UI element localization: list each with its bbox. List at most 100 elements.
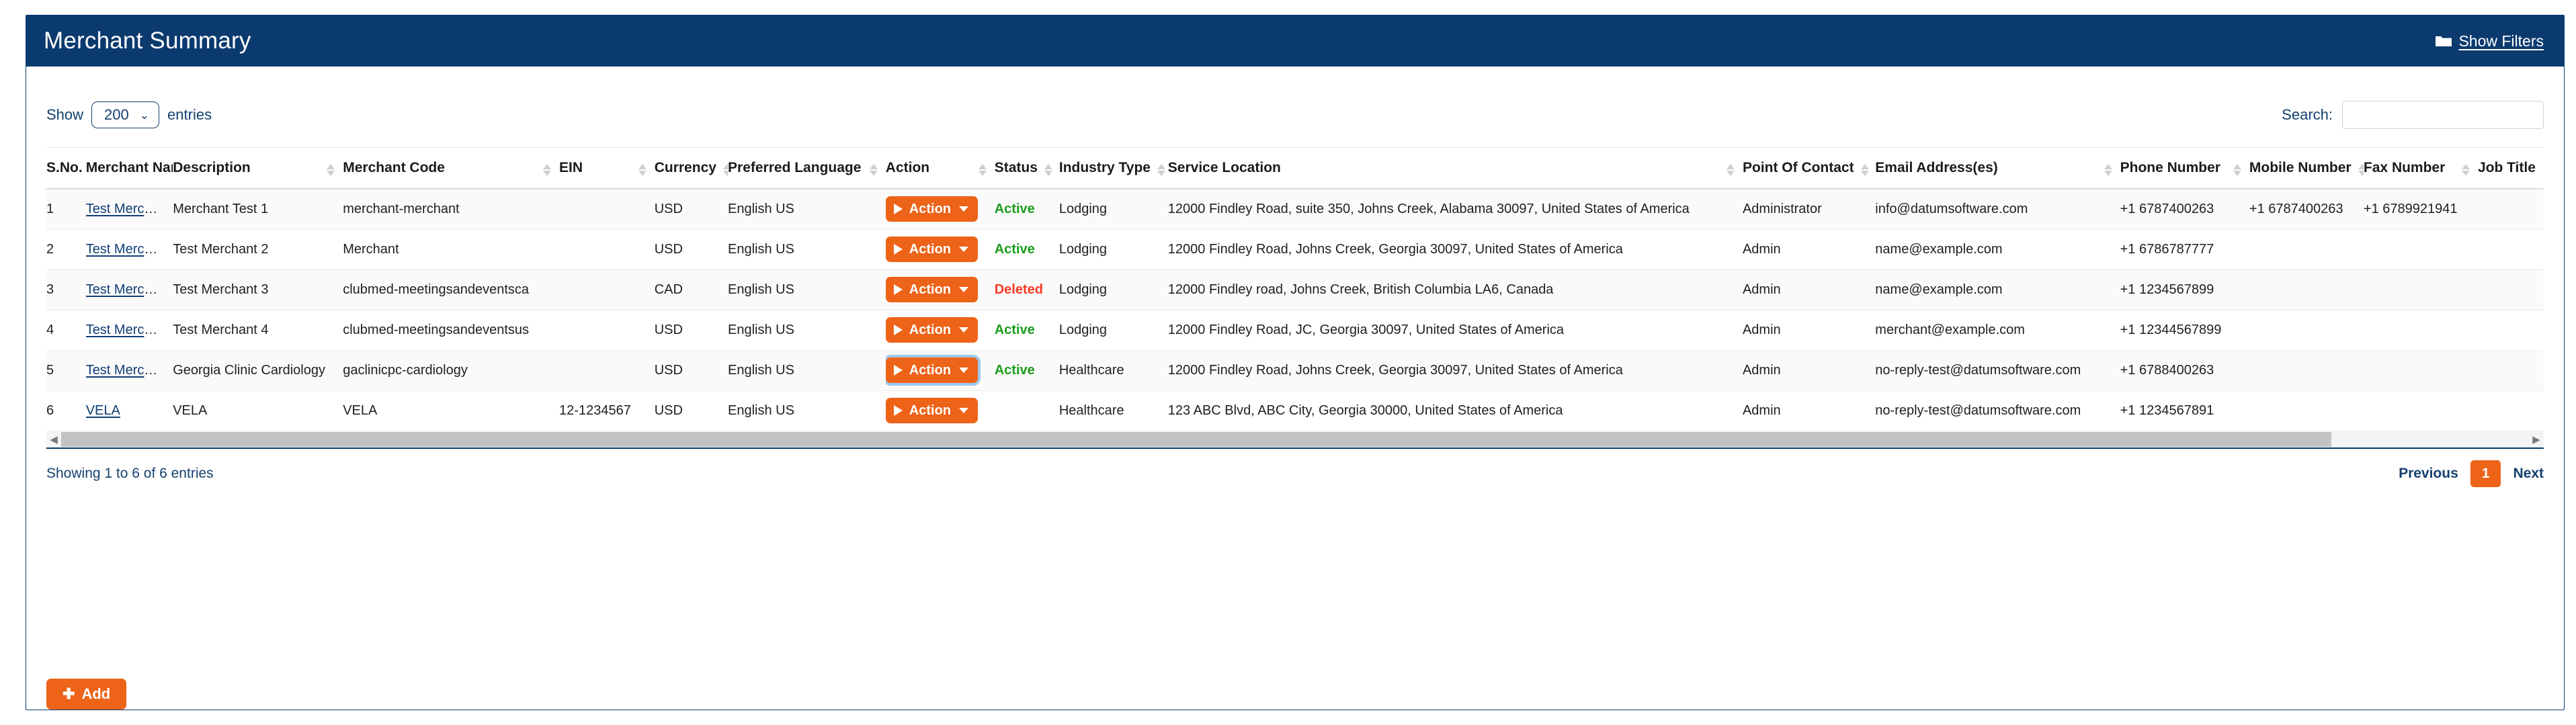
scrollbar-track[interactable] — [61, 432, 2529, 447]
scroll-left-arrow[interactable]: ◀ — [46, 432, 61, 447]
cell-merchant_code: clubmed-meetingsandeventsus — [343, 310, 559, 350]
column-header-industry_type[interactable]: Industry Type — [1059, 148, 1168, 189]
folder-icon — [2435, 34, 2452, 48]
cell-sno: 1 — [46, 189, 86, 229]
cell-fax_number — [2364, 350, 2478, 390]
column-header-label: Action — [886, 160, 929, 176]
horizontal-scrollbar[interactable]: ◀ ▶ — [46, 431, 2544, 449]
cell-service_location: 12000 Findley Road, suite 350, Johns Cre… — [1168, 189, 1743, 229]
column-header-phone_number[interactable]: Phone Number — [2120, 148, 2249, 189]
cell-merchant_code: merchant-merchant — [343, 189, 559, 229]
column-header-mobile_number[interactable]: Mobile Number — [2249, 148, 2364, 189]
cell-currency: USD — [655, 390, 728, 431]
action-button-label: Action — [909, 323, 951, 337]
cell-status: Deleted — [995, 269, 1059, 310]
column-header-merchant_code[interactable]: Merchant Code — [343, 148, 559, 189]
column-header-currency[interactable]: Currency — [655, 148, 728, 189]
action-button[interactable]: Action — [886, 237, 978, 262]
cell-point_of_contact: Admin — [1743, 229, 1875, 269]
column-header-status[interactable]: Status — [995, 148, 1059, 189]
merchant-name-link[interactable]: Test Merchant 2 — [86, 242, 173, 257]
cell-job_title — [2478, 229, 2544, 269]
cell-action: Action — [886, 189, 995, 229]
search-input[interactable] — [2342, 101, 2544, 129]
column-header-label: Phone Number — [2120, 160, 2220, 176]
column-header-merchant_name[interactable]: Merchant Name — [86, 148, 173, 189]
merchant-name-link[interactable]: Test Merchant 1 — [86, 202, 173, 216]
cell-status: Active — [995, 310, 1059, 350]
play-icon — [894, 405, 903, 416]
column-header-label: EIN — [559, 160, 583, 176]
merchant-name-link[interactable]: Test Merchant 5 — [86, 363, 173, 378]
cell-fax_number: +1 6789921941 — [2364, 189, 2478, 229]
pagination-page-1[interactable]: 1 — [2470, 460, 2501, 487]
column-header-preferred_language[interactable]: Preferred Language — [728, 148, 886, 189]
column-header-label: Industry Type — [1059, 160, 1151, 176]
cell-email_addresses: name@example.com — [1875, 269, 2120, 310]
cell-email_addresses: info@datumsoftware.com — [1875, 189, 2120, 229]
merchant-name-link[interactable]: Test Merchant 3 — [86, 282, 173, 297]
action-button[interactable]: Action — [886, 357, 978, 383]
page-header: Merchant Summary Show Filters — [26, 15, 2564, 67]
merchant-table: S.No.Merchant NameDescriptionMerchant Co… — [46, 147, 2544, 431]
sort-indicator-icon — [327, 164, 335, 176]
show-entries-control: Show 102550100200 ⌄ entries — [46, 101, 212, 128]
cell-description: Test Merchant 4 — [173, 310, 343, 350]
entries-label: entries — [167, 106, 212, 124]
cell-mobile_number — [2249, 350, 2364, 390]
cell-status — [995, 390, 1059, 431]
merchant-summary-page: Merchant Summary Show Filters Show 1025 — [0, 0, 2576, 725]
pagination-previous[interactable]: Previous — [2399, 466, 2458, 482]
cell-preferred_language: English US — [728, 189, 886, 229]
merchant-name-link[interactable]: VELA — [86, 403, 120, 418]
action-button[interactable]: Action — [886, 317, 978, 343]
entries-select[interactable]: 102550100200 — [91, 101, 159, 128]
merchant-name-link[interactable]: Test Merchant 4 — [86, 323, 173, 337]
cell-description: Test Merchant 2 — [173, 229, 343, 269]
scroll-right-arrow[interactable]: ▶ — [2529, 432, 2544, 447]
play-icon — [894, 284, 903, 295]
table-header-row: S.No.Merchant NameDescriptionMerchant Co… — [46, 148, 2544, 189]
column-header-ein[interactable]: EIN — [559, 148, 655, 189]
column-header-label: Email Address(es) — [1875, 160, 1997, 176]
cell-job_title — [2478, 269, 2544, 310]
column-header-sno[interactable]: S.No. — [46, 148, 86, 189]
column-header-point_of_contact[interactable]: Point Of Contact — [1743, 148, 1875, 189]
cell-merchant_name: VELA — [86, 390, 173, 431]
table-body: 1Test Merchant 1Merchant Test 1merchant-… — [46, 189, 2544, 431]
cell-point_of_contact: Admin — [1743, 350, 1875, 390]
column-header-label: Status — [995, 160, 1038, 176]
cell-currency: USD — [655, 310, 728, 350]
cell-email_addresses: no-reply-test@datumsoftware.com — [1875, 350, 2120, 390]
cell-merchant_code: gaclinicpc-cardiology — [343, 350, 559, 390]
cell-merchant_name: Test Merchant 2 — [86, 229, 173, 269]
table-header: S.No.Merchant NameDescriptionMerchant Co… — [46, 148, 2544, 189]
cell-ein — [559, 350, 655, 390]
action-button[interactable]: Action — [886, 196, 978, 222]
showing-entries-info: Showing 1 to 6 of 6 entries — [46, 466, 214, 482]
column-header-action[interactable]: Action — [886, 148, 995, 189]
cell-mobile_number — [2249, 269, 2364, 310]
action-button[interactable]: Action — [886, 277, 978, 302]
cell-status: Active — [995, 229, 1059, 269]
cell-action: Action — [886, 390, 995, 431]
pagination: Previous 1 Next — [2399, 460, 2544, 487]
column-header-job_title[interactable]: Job Title — [2478, 148, 2544, 189]
add-button[interactable]: ✚ Add — [46, 679, 126, 710]
caret-down-icon — [959, 327, 968, 333]
column-header-email_addresses[interactable]: Email Address(es) — [1875, 148, 2120, 189]
sort-indicator-icon — [1157, 164, 1165, 176]
action-button[interactable]: Action — [886, 398, 978, 423]
column-header-service_location[interactable]: Service Location — [1168, 148, 1743, 189]
sort-indicator-icon — [2233, 164, 2241, 176]
column-header-description[interactable]: Description — [173, 148, 343, 189]
column-header-fax_number[interactable]: Fax Number — [2364, 148, 2478, 189]
scrollbar-thumb[interactable] — [61, 432, 2331, 447]
sort-indicator-icon — [1861, 164, 1869, 176]
show-filters-button[interactable]: Show Filters — [2435, 32, 2544, 50]
table-row: 6VELAVELAVELA12-1234567USDEnglish USActi… — [46, 390, 2544, 431]
cell-point_of_contact: Admin — [1743, 390, 1875, 431]
pagination-next[interactable]: Next — [2513, 466, 2544, 482]
column-header-label: Fax Number — [2364, 160, 2445, 176]
cell-merchant_name: Test Merchant 1 — [86, 189, 173, 229]
